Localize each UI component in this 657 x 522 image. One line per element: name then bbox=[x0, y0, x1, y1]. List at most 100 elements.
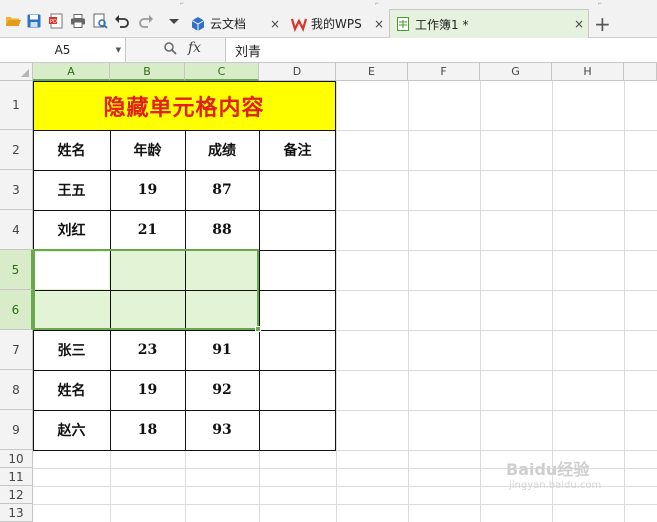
gridline bbox=[33, 504, 657, 505]
table-cell[interactable]: 21 bbox=[110, 210, 185, 250]
tab-label: 云文档 bbox=[210, 17, 247, 31]
table-cell[interactable]: 93 bbox=[185, 410, 259, 450]
gridline bbox=[624, 81, 625, 522]
table-border bbox=[33, 130, 336, 131]
gridline bbox=[336, 81, 337, 522]
table-cell[interactable]: 张三 bbox=[33, 330, 110, 370]
table-border bbox=[33, 410, 336, 411]
save-icon[interactable] bbox=[26, 13, 42, 29]
row-header[interactable]: 1 bbox=[0, 81, 33, 130]
export-pdf-icon[interactable]: PDF bbox=[48, 13, 64, 29]
search-icon[interactable] bbox=[163, 41, 177, 58]
table-cell[interactable] bbox=[259, 170, 336, 210]
row-header[interactable]: 9 bbox=[0, 410, 33, 450]
svg-text:PDF: PDF bbox=[50, 19, 60, 25]
table-border bbox=[33, 450, 336, 451]
row-header[interactable]: 12 bbox=[0, 486, 33, 504]
table-cell[interactable]: 姓名 bbox=[33, 370, 110, 410]
column-header[interactable]: D bbox=[259, 63, 336, 81]
watermark-text: Baidu经验 bbox=[506, 460, 590, 479]
table-border bbox=[33, 170, 336, 171]
column-header[interactable] bbox=[624, 63, 657, 81]
column-header[interactable]: A bbox=[33, 63, 110, 81]
chevron-down-icon[interactable]: ▼ bbox=[116, 46, 121, 54]
table-cell[interactable] bbox=[259, 290, 336, 330]
row-header[interactable]: 3 bbox=[0, 170, 33, 210]
tab-label: 工作簿1 * bbox=[415, 17, 469, 32]
table-border bbox=[33, 330, 336, 331]
cell-reference: A5 bbox=[54, 43, 71, 57]
table-cell[interactable] bbox=[259, 210, 336, 250]
resize-mark: ⌐ bbox=[375, 1, 379, 7]
resize-mark: ⌐ bbox=[598, 1, 602, 7]
table-cell[interactable]: 赵六 bbox=[33, 410, 110, 450]
table-cell[interactable]: 19 bbox=[110, 170, 185, 210]
table-cell[interactable]: 23 bbox=[110, 330, 185, 370]
table-border bbox=[33, 370, 336, 371]
row-header[interactable]: 11 bbox=[0, 468, 33, 486]
row-header[interactable]: 8 bbox=[0, 370, 33, 410]
row-header[interactable]: 5 bbox=[0, 250, 33, 290]
close-tab-icon[interactable]: × bbox=[374, 17, 384, 31]
table-border bbox=[335, 81, 336, 450]
column-header[interactable]: C bbox=[185, 63, 259, 81]
table-cell[interactable]: 91 bbox=[185, 330, 259, 370]
table-cell[interactable]: 刘红 bbox=[33, 210, 110, 250]
header-cell[interactable]: 备注 bbox=[259, 130, 336, 170]
table-cell[interactable]: 19 bbox=[110, 370, 185, 410]
table-cell[interactable] bbox=[259, 330, 336, 370]
undo-icon[interactable] bbox=[114, 13, 130, 29]
tab-workbook1[interactable]: 工作簿1 * × bbox=[389, 9, 589, 38]
tab-cloud-docs[interactable]: 云文档 × bbox=[190, 9, 280, 38]
spreadsheet-icon bbox=[397, 17, 409, 31]
header-cell[interactable]: 年龄 bbox=[110, 130, 185, 170]
row-header[interactable]: 10 bbox=[0, 450, 33, 468]
cloud-docs-icon bbox=[191, 16, 205, 31]
fill-handle[interactable] bbox=[255, 326, 261, 332]
name-box[interactable]: A5 ▼ bbox=[0, 38, 126, 62]
formula-bar: A5 ▼ fx 刘青 bbox=[0, 38, 657, 63]
gridline bbox=[480, 81, 481, 522]
column-header[interactable]: E bbox=[336, 63, 408, 81]
redo-icon[interactable] bbox=[138, 13, 154, 29]
select-all-button[interactable] bbox=[0, 63, 33, 81]
header-cell[interactable]: 成绩 bbox=[185, 130, 259, 170]
gridline bbox=[408, 81, 409, 522]
close-tab-icon[interactable]: × bbox=[270, 17, 280, 31]
column-header[interactable]: H bbox=[552, 63, 624, 81]
insert-function-button[interactable]: fx bbox=[188, 40, 201, 56]
row-header[interactable]: 13 bbox=[0, 504, 33, 522]
column-header[interactable]: B bbox=[110, 63, 185, 81]
row-header[interactable]: 4 bbox=[0, 210, 33, 250]
close-tab-icon[interactable]: × bbox=[574, 17, 584, 31]
new-tab-button[interactable]: + bbox=[594, 9, 611, 38]
table-cell[interactable]: 92 bbox=[185, 370, 259, 410]
open-folder-icon[interactable] bbox=[5, 13, 21, 29]
wps-logo-icon bbox=[291, 18, 307, 32]
row-header[interactable]: 2 bbox=[0, 130, 33, 170]
table-cell[interactable]: 王五 bbox=[33, 170, 110, 210]
table-cell[interactable] bbox=[259, 410, 336, 450]
column-header[interactable]: F bbox=[408, 63, 480, 81]
table-cell[interactable]: 88 bbox=[185, 210, 259, 250]
print-preview-icon[interactable] bbox=[92, 13, 108, 29]
sheet-title-cell[interactable]: 隐藏单元格内容 bbox=[33, 81, 335, 130]
table-cell[interactable] bbox=[259, 250, 336, 290]
customize-dropdown-icon[interactable] bbox=[166, 13, 182, 29]
formula-input[interactable]: 刘青 bbox=[235, 38, 261, 62]
formula-tools: fx bbox=[126, 38, 226, 62]
tab-my-wps[interactable]: 我的WPS × bbox=[291, 9, 384, 38]
column-header[interactable]: G bbox=[480, 63, 552, 81]
tab-label: 我的WPS bbox=[311, 17, 362, 31]
table-cell[interactable]: 87 bbox=[185, 170, 259, 210]
header-cell[interactable]: 姓名 bbox=[33, 130, 110, 170]
print-icon[interactable] bbox=[70, 13, 86, 29]
resize-mark: ⌐ bbox=[180, 1, 184, 7]
title-bar: ⌐ ⌐ ⌐ PDF 云文档 × 我的WPS × 工作簿1 * × + bbox=[0, 0, 657, 38]
selection-outline bbox=[33, 249, 259, 330]
row-header[interactable]: 6 bbox=[0, 290, 33, 330]
baidu-watermark: Baidu经验 jingyan.baidu.com bbox=[506, 456, 601, 491]
row-header[interactable]: 7 bbox=[0, 330, 33, 370]
table-cell[interactable] bbox=[259, 370, 336, 410]
table-cell[interactable]: 18 bbox=[110, 410, 185, 450]
